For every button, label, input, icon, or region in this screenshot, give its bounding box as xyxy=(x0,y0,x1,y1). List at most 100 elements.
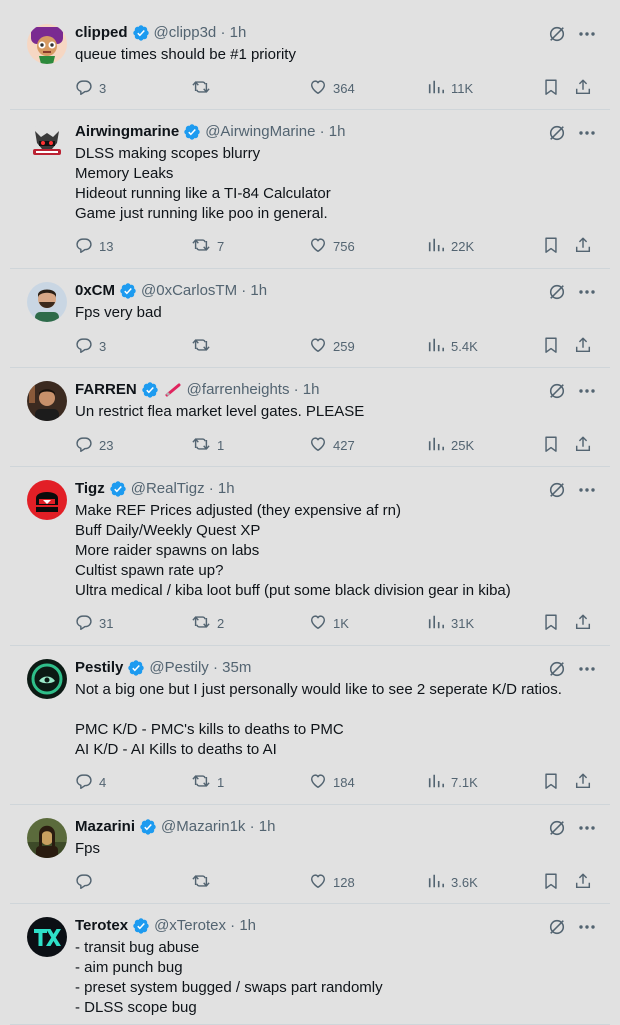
user-handle[interactable]: @AirwingMarine xyxy=(205,122,315,142)
user-handle[interactable]: @xTerotex xyxy=(154,916,226,936)
more-icon[interactable] xyxy=(576,818,598,838)
bookmark-button[interactable] xyxy=(543,772,559,792)
tweet[interactable]: clipped @clipp3d · 1h queue times should b… xyxy=(10,11,610,110)
like-button[interactable]: 756 xyxy=(309,236,355,256)
share-button[interactable] xyxy=(574,613,592,633)
share-button[interactable] xyxy=(574,336,592,356)
share-button[interactable] xyxy=(574,772,592,792)
views-button[interactable]: 5.4K xyxy=(427,336,478,356)
grok-icon[interactable] xyxy=(547,818,567,838)
retweet-button[interactable] xyxy=(191,872,217,892)
tweet[interactable]: Airwingmarine @AirwingMarine · 1h DLSS mak… xyxy=(10,110,610,269)
grok-icon[interactable] xyxy=(547,123,567,143)
more-icon[interactable] xyxy=(576,123,598,143)
retweet-icon xyxy=(191,613,211,634)
like-button[interactable]: 1K xyxy=(309,613,349,633)
user-handle[interactable]: @farrenheights xyxy=(187,380,290,400)
bookmark-button[interactable] xyxy=(543,435,559,455)
bookmark-button[interactable] xyxy=(543,78,559,98)
retweet-button[interactable] xyxy=(191,78,217,98)
grok-icon[interactable] xyxy=(547,381,567,401)
bookmark-button[interactable] xyxy=(543,336,559,356)
timestamp[interactable]: · 1h xyxy=(230,916,256,936)
grok-icon[interactable] xyxy=(547,282,567,302)
more-icon[interactable] xyxy=(576,480,598,500)
timestamp[interactable]: · 1h xyxy=(241,281,267,301)
bookmark-button[interactable] xyxy=(543,872,559,892)
like-button[interactable]: 364 xyxy=(309,78,355,98)
profile-photo-avatar[interactable] xyxy=(27,381,67,421)
display-name[interactable]: Pestily xyxy=(75,658,123,678)
timestamp[interactable]: · 1h xyxy=(250,817,276,837)
display-name[interactable]: FARREN xyxy=(75,380,137,400)
share-button[interactable] xyxy=(574,872,592,892)
user-handle[interactable]: @0xCarlosTM xyxy=(141,281,237,301)
share-button[interactable] xyxy=(574,435,592,455)
reply-button[interactable]: 23 xyxy=(75,435,113,455)
timestamp[interactable]: · 1h xyxy=(220,23,246,43)
like-button[interactable]: 259 xyxy=(309,336,355,356)
user-handle[interactable]: @RealTigz xyxy=(131,479,205,499)
share-button[interactable] xyxy=(574,78,592,98)
views-button[interactable]: 22K xyxy=(427,236,474,256)
timestamp[interactable]: · 1h xyxy=(320,122,346,142)
bookmark-button[interactable] xyxy=(543,236,559,256)
timestamp[interactable]: · 1h xyxy=(294,380,320,400)
tweet-text: Un restrict flea market level gates. PLE… xyxy=(75,402,595,422)
display-name[interactable]: Tigz xyxy=(75,479,105,499)
reply-button[interactable]: 3 xyxy=(75,78,106,98)
views-button[interactable]: 7.1K xyxy=(427,772,478,792)
user-handle[interactable]: @clipp3d xyxy=(154,23,217,43)
timestamp[interactable]: · 1h xyxy=(209,479,235,499)
like-button[interactable]: 184 xyxy=(309,772,355,792)
like-button[interactable]: 427 xyxy=(309,435,355,455)
retweet-button[interactable]: 1 xyxy=(191,435,224,455)
raccoon-logo-avatar[interactable] xyxy=(27,123,67,163)
tx-logo-avatar[interactable] xyxy=(27,917,67,957)
more-icon[interactable] xyxy=(576,659,598,679)
share-button[interactable] xyxy=(574,236,592,256)
display-name[interactable]: Airwingmarine xyxy=(75,122,179,142)
more-icon[interactable] xyxy=(576,282,598,302)
grok-icon[interactable] xyxy=(547,917,567,937)
reply-button[interactable]: 13 xyxy=(75,236,113,256)
user-handle[interactable]: @Pestily xyxy=(149,658,208,678)
display-name[interactable]: clipped xyxy=(75,23,128,43)
tweet[interactable]: Pestily @Pestily · 35m Not a big one but I… xyxy=(10,646,610,805)
retweet-button[interactable] xyxy=(191,336,217,356)
display-name[interactable]: 0xCM xyxy=(75,281,115,301)
tweet[interactable]: 0xCM @0xCarlosTM · 1h Fps very bad 3 259 5.4K xyxy=(10,269,610,368)
views-button[interactable]: 31K xyxy=(427,613,474,633)
profile-photo-avatar[interactable] xyxy=(27,282,67,322)
reply-button[interactable]: 31 xyxy=(75,613,113,633)
helmet-logo-avatar[interactable] xyxy=(27,480,67,520)
grok-icon[interactable] xyxy=(547,480,567,500)
grok-icon[interactable] xyxy=(547,24,567,44)
tweet[interactable]: Mazarini @Mazarin1k · 1h Fps 128 3.6K xyxy=(10,805,610,904)
views-button[interactable]: 3.6K xyxy=(427,872,478,892)
views-button[interactable]: 25K xyxy=(427,435,474,455)
tweet[interactable]: Terotex @xTerotex · 1h - transit bug abuse… xyxy=(10,904,610,1025)
timestamp[interactable]: · 35m xyxy=(213,658,251,678)
user-handle[interactable]: @Mazarin1k xyxy=(161,817,245,837)
views-button[interactable]: 11K xyxy=(427,78,473,98)
more-icon[interactable] xyxy=(576,381,598,401)
cartoon-character-avatar[interactable] xyxy=(27,24,67,64)
logo-avatar[interactable] xyxy=(27,659,67,699)
grok-icon[interactable] xyxy=(547,659,567,679)
bookmark-button[interactable] xyxy=(543,613,559,633)
tweet[interactable]: Tigz @RealTigz · 1h Make REF Prices adjust… xyxy=(10,467,610,646)
painting-avatar[interactable] xyxy=(27,818,67,858)
tweet[interactable]: FARREN @farrenheights · 1h Un restrict fle… xyxy=(10,368,610,467)
retweet-button[interactable]: 7 xyxy=(191,236,224,256)
reply-button[interactable]: 4 xyxy=(75,772,106,792)
display-name[interactable]: Terotex xyxy=(75,916,128,936)
display-name[interactable]: Mazarini xyxy=(75,817,135,837)
retweet-button[interactable]: 1 xyxy=(191,772,224,792)
more-icon[interactable] xyxy=(576,917,598,937)
reply-button[interactable] xyxy=(75,872,99,892)
more-icon[interactable] xyxy=(576,24,598,44)
reply-button[interactable]: 3 xyxy=(75,336,106,356)
like-button[interactable]: 128 xyxy=(309,872,355,892)
retweet-button[interactable]: 2 xyxy=(191,613,224,633)
